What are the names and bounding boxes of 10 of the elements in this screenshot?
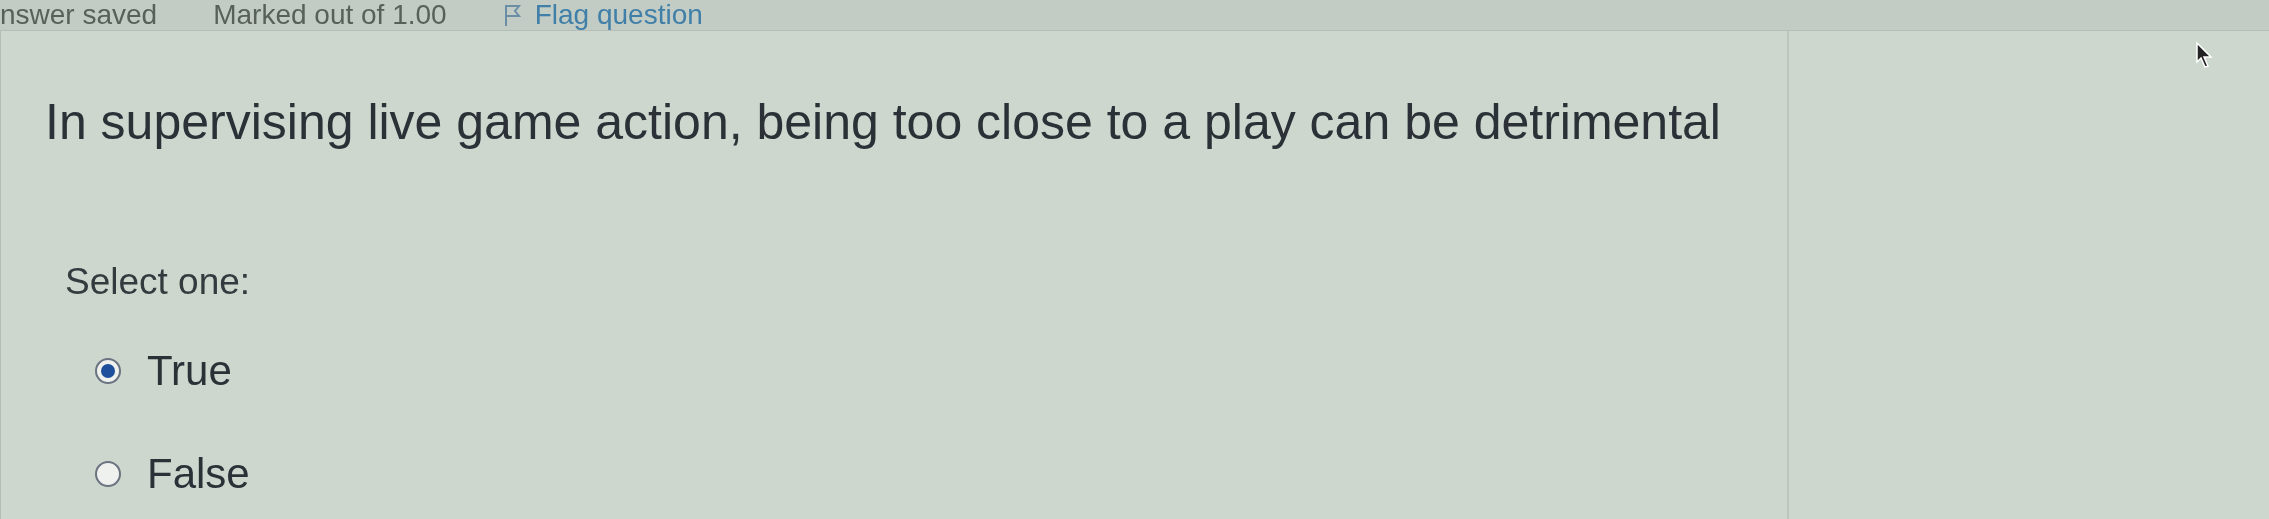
answer-status: nswer saved — [0, 1, 158, 29]
flag-icon — [502, 3, 523, 27]
mouse-cursor-icon — [2195, 41, 2213, 69]
marks-label: Marked out of 1.00 — [213, 1, 447, 29]
question-text: In supervising live game action, being too close to a play can be detrimental — [45, 93, 1722, 152]
answer-option[interactable]: True — [95, 339, 1787, 402]
radio-button[interactable] — [95, 357, 121, 384]
select-prompt: Select one: — [65, 259, 252, 304]
answer-option[interactable]: False — [95, 442, 1787, 505]
radio-button[interactable] — [95, 460, 121, 487]
